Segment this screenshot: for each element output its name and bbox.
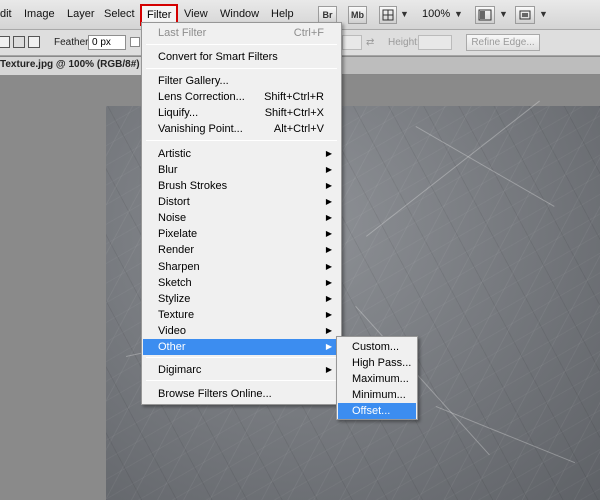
submenu-item-high-pass[interactable]: High Pass...	[338, 355, 416, 371]
swap-icon: ⇄	[366, 37, 375, 48]
triangle-right-icon: ▶	[325, 213, 332, 222]
menu-item-digimarc[interactable]: Digimarc ▶	[143, 362, 340, 378]
menu-item-blur[interactable]: Blur ▶	[143, 162, 340, 178]
menu-separator	[146, 357, 337, 358]
filter-menu: Last Filter Ctrl+F Convert for Smart Filt…	[141, 22, 342, 405]
anti-alias-checkbox[interactable]	[130, 37, 140, 47]
menu-help[interactable]: Help	[271, 8, 294, 20]
menu-item-artistic[interactable]: Artistic ▶	[143, 146, 340, 162]
triangle-right-icon: ▶	[325, 229, 332, 238]
texture-scratch	[415, 126, 555, 207]
new-selection-icon[interactable]	[0, 36, 10, 48]
menu-item-vanishing-point[interactable]: Vanishing Point... Alt+Ctrl+V	[143, 121, 340, 137]
menu-item-render[interactable]: Render ▶	[143, 242, 340, 258]
menu-item-texture[interactable]: Texture ▶	[143, 307, 340, 323]
arrange-documents-button[interactable]	[475, 6, 495, 24]
texture-scratch	[435, 406, 576, 464]
refine-edge-button[interactable]: Refine Edge...	[466, 34, 540, 51]
chevron-down-icon[interactable]: ▼	[499, 9, 508, 19]
view-extras-button[interactable]	[379, 6, 397, 24]
chevron-down-icon[interactable]: ▼	[400, 9, 409, 19]
menu-item-pixelate[interactable]: Pixelate ▶	[143, 226, 340, 242]
menu-image[interactable]: Image	[24, 8, 55, 20]
grid-icon	[382, 9, 394, 21]
triangle-right-icon: ▶	[325, 326, 332, 335]
triangle-right-icon: ▶	[325, 294, 332, 303]
menu-item-video[interactable]: Video ▶	[143, 323, 340, 339]
screen-mode-icon	[519, 10, 531, 20]
triangle-right-icon: ▶	[325, 181, 332, 190]
triangle-right-icon: ▶	[325, 278, 332, 287]
mini-bridge-button[interactable]: Mb	[348, 6, 367, 24]
feather-input[interactable]: 0 px	[88, 35, 126, 50]
menu-separator	[146, 44, 337, 45]
menu-item-filter-gallery[interactable]: Filter Gallery...	[143, 73, 340, 89]
menu-select[interactable]: Select	[104, 8, 135, 20]
menu-separator	[146, 380, 337, 381]
menu-edit[interactable]: dit	[0, 8, 12, 20]
menu-item-sharpen[interactable]: Sharpen ▶	[143, 259, 340, 275]
screen-mode-button[interactable]	[515, 6, 535, 24]
width-field	[342, 35, 362, 50]
height-label: Height:	[388, 37, 420, 48]
feather-label: Feather:	[54, 37, 92, 48]
menu-separator	[146, 140, 337, 141]
triangle-right-icon: ▶	[325, 310, 332, 319]
other-submenu: Custom... High Pass... Maximum... Minimu…	[336, 336, 418, 420]
submenu-item-minimum[interactable]: Minimum...	[338, 387, 416, 403]
intersect-selection-icon[interactable]	[28, 36, 40, 48]
menu-view[interactable]: View	[184, 8, 208, 20]
menu-item-stylize[interactable]: Stylize ▶	[143, 291, 340, 307]
menu-item-liquify[interactable]: Liquify... Shift+Ctrl+X	[143, 105, 340, 121]
menu-filter-label: Filter	[147, 9, 172, 21]
chevron-down-icon[interactable]: ▼	[454, 9, 463, 19]
menu-item-distort[interactable]: Distort ▶	[143, 194, 340, 210]
menu-item-brush-strokes[interactable]: Brush Strokes ▶	[143, 178, 340, 194]
chevron-down-icon[interactable]: ▼	[539, 9, 548, 19]
menu-item-lens-correction[interactable]: Lens Correction... Shift+Ctrl+R	[143, 89, 340, 105]
submenu-item-maximum[interactable]: Maximum...	[338, 371, 416, 387]
triangle-right-icon: ▶	[325, 165, 332, 174]
zoom-level[interactable]: 100%	[422, 8, 450, 20]
add-selection-icon[interactable]	[13, 36, 25, 48]
document-tab[interactable]: Texture.jpg @ 100% (RGB/8#)	[0, 57, 149, 75]
menu-item-last-filter[interactable]: Last Filter Ctrl+F	[143, 25, 340, 41]
triangle-right-icon: ▶	[325, 197, 332, 206]
menu-item-noise[interactable]: Noise ▶	[143, 210, 340, 226]
menu-item-convert-smart-filters[interactable]: Convert for Smart Filters	[143, 49, 340, 65]
height-field	[418, 35, 452, 50]
menu-item-other[interactable]: Other ▶	[143, 339, 340, 355]
menu-layer[interactable]: Layer	[67, 8, 95, 20]
triangle-right-icon: ▶	[325, 365, 332, 374]
menu-item-sketch[interactable]: Sketch ▶	[143, 275, 340, 291]
menu-window[interactable]: Window	[220, 8, 259, 20]
triangle-right-icon: ▶	[325, 342, 332, 351]
texture-scratch	[366, 100, 540, 237]
triangle-right-icon: ▶	[325, 262, 332, 271]
triangle-right-icon: ▶	[325, 149, 332, 158]
arrange-icon	[478, 9, 492, 21]
menu-separator	[146, 68, 337, 69]
menu-item-browse-filters-online[interactable]: Browse Filters Online...	[143, 386, 340, 402]
submenu-item-custom[interactable]: Custom...	[338, 339, 416, 355]
triangle-right-icon: ▶	[325, 245, 332, 254]
submenu-item-offset[interactable]: Offset...	[338, 403, 416, 419]
